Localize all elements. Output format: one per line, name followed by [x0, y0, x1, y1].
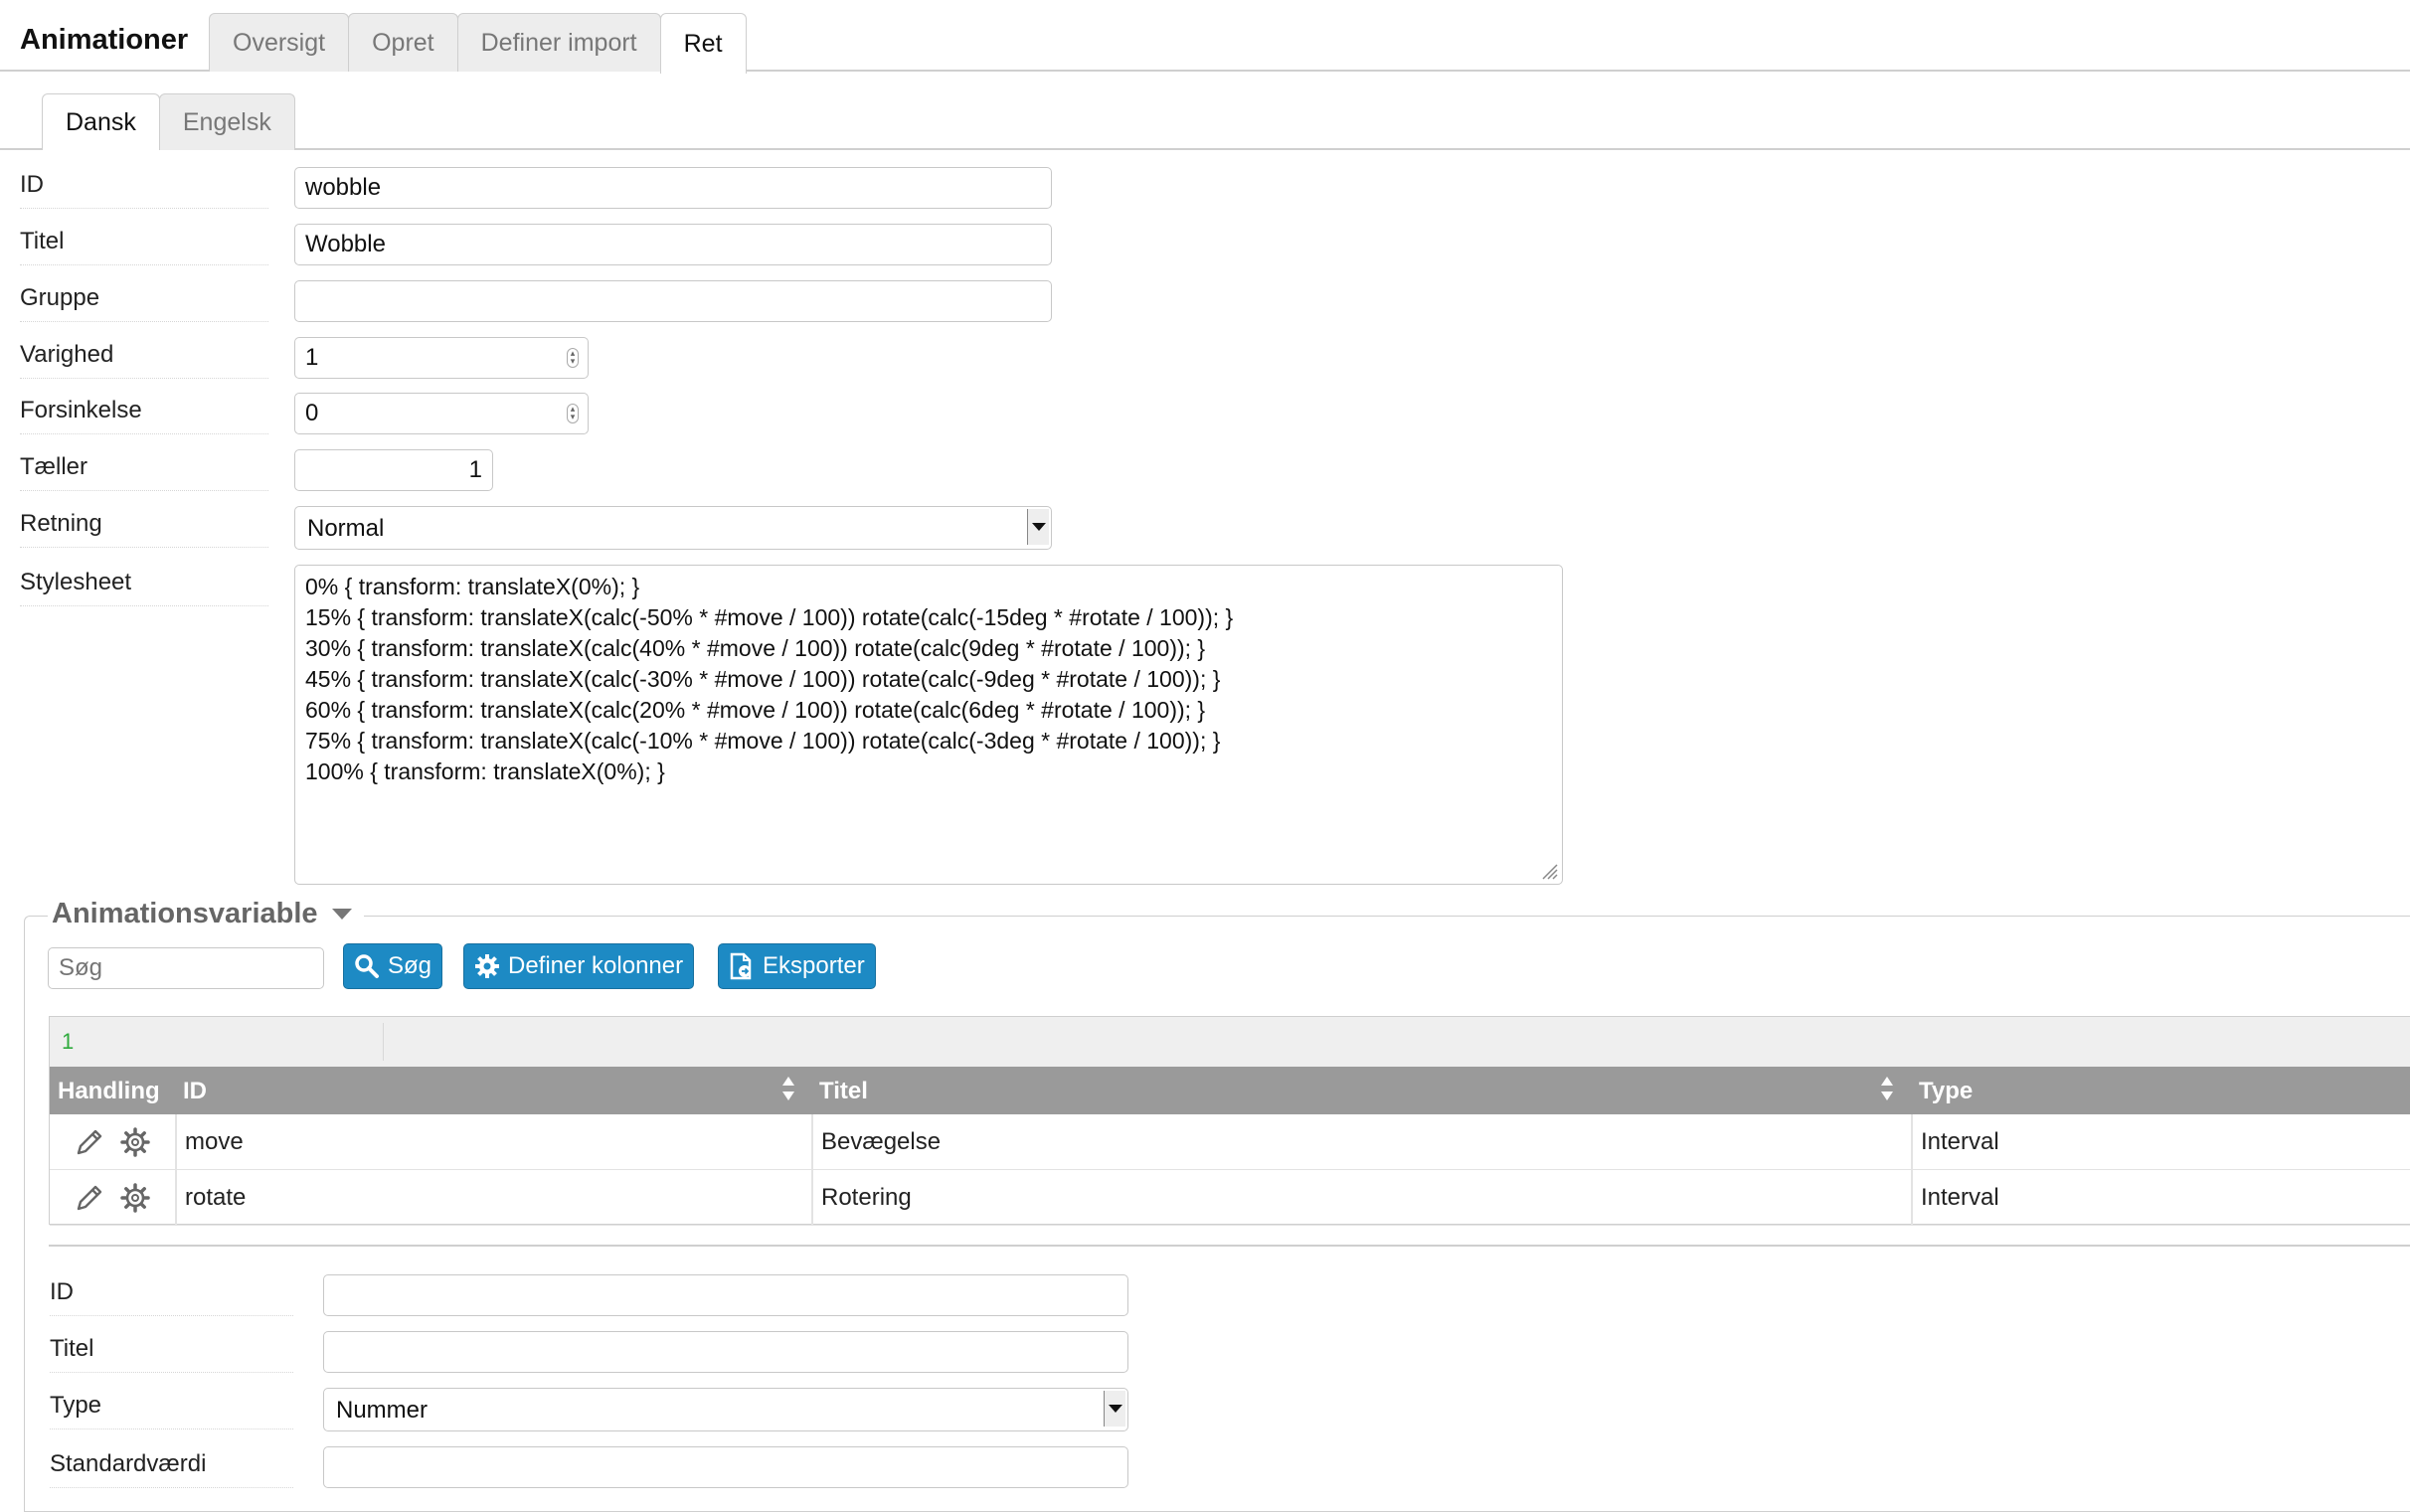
section-divider — [49, 1245, 2410, 1247]
taeller-label: Tæller — [20, 449, 268, 491]
search-button[interactable]: Søg — [343, 943, 443, 989]
tab-engelsk[interactable]: Engelsk — [158, 93, 295, 150]
chevron-down-icon — [1027, 509, 1049, 545]
settings-gear-icon[interactable] — [119, 1126, 151, 1158]
tab-definer-import[interactable]: Definer import — [456, 13, 661, 72]
stylesheet-textarea[interactable]: 0% { transform: translateX(0%); } 15% { … — [294, 565, 1563, 885]
column-divider — [811, 1114, 813, 1169]
sort-id-icon[interactable] — [782, 1077, 794, 1102]
varighed-label: Varighed — [20, 337, 268, 379]
page-title: Animationer — [20, 24, 189, 56]
column-divider — [175, 1114, 177, 1169]
column-header-title[interactable]: Titel — [819, 1078, 868, 1105]
search-input[interactable] — [48, 947, 324, 989]
titel-label: Titel — [20, 224, 268, 265]
tab-ret[interactable]: Ret — [659, 13, 747, 74]
row-type: Interval — [1921, 1184, 1999, 1211]
search-icon — [355, 954, 379, 978]
export-button-label: Eksporter — [763, 952, 865, 979]
pager-divider — [383, 1023, 384, 1061]
column-divider — [1911, 1170, 1913, 1225]
caret-down-icon — [331, 909, 352, 920]
define-columns-button-label: Definer kolonner — [508, 952, 684, 979]
language-tabs: Dansk Engelsk — [42, 93, 295, 150]
settings-gear-icon[interactable] — [119, 1182, 151, 1214]
column-divider — [811, 1170, 813, 1225]
column-divider — [175, 1170, 177, 1225]
titel-input[interactable] — [294, 224, 1052, 265]
variable-id-label: ID — [50, 1274, 293, 1316]
tab-dansk[interactable]: Dansk — [42, 93, 160, 150]
define-columns-button[interactable]: Definer kolonner — [463, 943, 695, 989]
varighed-stepper[interactable]: ▴ ▾ — [567, 348, 579, 368]
row-title: Rotering — [821, 1184, 912, 1211]
gruppe-label: Gruppe — [20, 280, 268, 322]
variable-type-selected-value: Nummer — [336, 1397, 429, 1424]
variable-titel-label: Titel — [50, 1331, 293, 1373]
edit-pencil-icon[interactable] — [74, 1126, 105, 1158]
chevron-down-icon — [1104, 1391, 1125, 1427]
page-number[interactable]: 1 — [62, 1029, 74, 1055]
tab-opret[interactable]: Opret — [348, 13, 458, 72]
top-tab-bar: Animationer Oversigt Opret Definer impor… — [0, 0, 2410, 74]
table-row: rotate Rotering Interval — [50, 1170, 2410, 1226]
variable-id-input[interactable] — [323, 1274, 1128, 1316]
column-divider — [1911, 1114, 1913, 1169]
export-button[interactable]: Eksporter — [718, 943, 876, 989]
gear-icon — [475, 954, 499, 978]
column-header-id[interactable]: ID — [183, 1078, 207, 1105]
variables-table: 1 Handling ID Titel Type move Bevægelse … — [49, 1016, 2410, 1226]
forsinkelse-number-field: ▴▾ — [294, 393, 589, 434]
forsinkelse-stepper[interactable]: ▴ ▾ — [567, 404, 579, 423]
resize-handle-icon[interactable] — [1539, 861, 1559, 881]
variable-default-label: Standardværdi — [50, 1446, 293, 1488]
language-tab-bar: Dansk Engelsk — [0, 89, 2410, 150]
varighed-number-field: ▴▾ — [294, 337, 589, 379]
row-id: rotate — [185, 1184, 247, 1211]
tab-oversigt[interactable]: Oversigt — [209, 13, 350, 72]
edit-pencil-icon[interactable] — [74, 1182, 105, 1214]
forsinkelse-input[interactable] — [294, 393, 589, 434]
forsinkelse-label: Forsinkelse — [20, 393, 268, 434]
top-tabs: Oversigt Opret Definer import Ret — [209, 13, 747, 74]
search-button-label: Søg — [388, 952, 432, 979]
taeller-input[interactable] — [294, 449, 493, 491]
sort-title-icon[interactable] — [1881, 1077, 1893, 1102]
retning-select[interactable]: Normal — [294, 506, 1052, 550]
column-header-type[interactable]: Type — [1919, 1078, 1973, 1105]
variables-legend-label: Animationsvariable — [52, 898, 318, 929]
id-input[interactable] — [294, 167, 1052, 209]
row-type: Interval — [1921, 1128, 1999, 1155]
column-header-action: Handling — [58, 1078, 160, 1104]
gruppe-input[interactable] — [294, 280, 1052, 322]
retning-selected-value: Normal — [307, 515, 385, 542]
variables-legend[interactable]: Animationsvariable — [48, 898, 364, 930]
table-header: Handling ID Titel Type — [50, 1067, 2410, 1114]
pager: 1 — [50, 1017, 2410, 1067]
stylesheet-label: Stylesheet — [20, 565, 268, 606]
row-title: Bevægelse — [821, 1128, 942, 1155]
export-document-icon — [730, 952, 752, 980]
variable-type-select[interactable]: Nummer — [323, 1388, 1128, 1431]
varighed-input[interactable] — [294, 337, 589, 379]
table-row: move Bevægelse Interval — [50, 1114, 2410, 1170]
variable-type-label: Type — [50, 1388, 293, 1429]
variable-titel-input[interactable] — [323, 1331, 1128, 1373]
id-label: ID — [20, 167, 268, 209]
retning-label: Retning — [20, 506, 268, 548]
row-id: move — [185, 1128, 244, 1155]
variable-default-input[interactable] — [323, 1446, 1128, 1488]
